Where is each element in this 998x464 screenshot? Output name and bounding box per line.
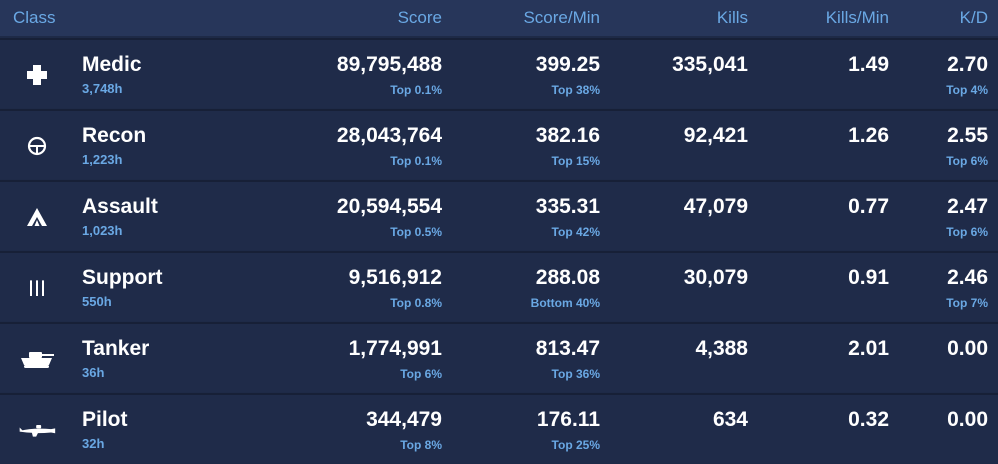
score-min-rank: Bottom 40% xyxy=(530,296,600,310)
kd-value: 2.47 xyxy=(947,195,988,218)
class-hours: 1,023h xyxy=(82,223,123,238)
kd-rank: Top 6% xyxy=(946,154,988,168)
kills-value: 30,079 xyxy=(683,266,748,289)
plane-icon xyxy=(18,417,56,443)
recon-scope-icon xyxy=(18,133,56,159)
score-min-value: 382.16 xyxy=(535,124,600,147)
score-min-rank: Top 42% xyxy=(551,225,600,239)
kd-rank: Top 4% xyxy=(946,83,988,97)
score-rank: Top 6% xyxy=(400,367,442,381)
kd-value: 2.55 xyxy=(947,124,988,147)
table-row: Support 550h 9,516,912 Top 0.8% 288.08 B… xyxy=(0,251,998,321)
score-value: 20,594,554 xyxy=(336,195,442,218)
kd-rank: Top 6% xyxy=(946,225,988,239)
class-hours: 3,748h xyxy=(82,81,123,96)
table-row: Pilot 32h 344,479 Top 8% 176.11 Top 25% … xyxy=(0,393,998,463)
score-min-value: 335.31 xyxy=(535,195,600,218)
kills-min-value: 0.32 xyxy=(848,408,889,431)
score-value: 1,774,991 xyxy=(348,337,442,360)
score-min-value: 813.47 xyxy=(535,337,600,360)
kills-min-value: 1.49 xyxy=(848,53,889,76)
score-min-value: 176.11 xyxy=(536,408,600,431)
kills-value: 335,041 xyxy=(672,53,748,76)
score-value: 28,043,764 xyxy=(336,124,442,147)
kills-min-value: 0.77 xyxy=(848,195,889,218)
table-row: Assault 1,023h 20,594,554 Top 0.5% 335.3… xyxy=(0,180,998,250)
score-rank: Top 8% xyxy=(400,438,442,452)
class-hours: 550h xyxy=(82,294,112,309)
assault-chevron-icon xyxy=(18,204,56,230)
score-value: 9,516,912 xyxy=(348,266,442,289)
kd-rank: Top 7% xyxy=(946,296,988,310)
score-value: 89,795,488 xyxy=(336,53,442,76)
score-min-rank: Top 25% xyxy=(551,438,600,452)
class-name: Pilot xyxy=(82,408,128,431)
kd-value: 2.70 xyxy=(947,53,988,76)
kills-value: 4,388 xyxy=(695,337,748,360)
kills-value: 634 xyxy=(712,408,748,431)
kd-value: 0.00 xyxy=(947,337,988,360)
class-hours: 36h xyxy=(82,365,105,380)
table-header: Class Score Score/Min Kills Kills/Min K/… xyxy=(0,0,998,36)
score-min-rank: Top 38% xyxy=(551,83,600,97)
header-class[interactable]: Class xyxy=(13,0,56,36)
kills-min-value: 2.01 xyxy=(848,337,889,360)
class-name: Assault xyxy=(82,195,158,218)
score-rank: Top 0.5% xyxy=(390,225,442,239)
support-ammo-icon xyxy=(18,275,56,301)
score-rank: Top 0.1% xyxy=(390,83,442,97)
class-name: Recon xyxy=(82,124,147,147)
score-min-rank: Top 36% xyxy=(551,367,600,381)
header-kills[interactable]: Kills xyxy=(717,0,748,36)
header-score-min[interactable]: Score/Min xyxy=(523,0,600,36)
class-stats-table: Class Score Score/Min Kills Kills/Min K/… xyxy=(0,0,998,464)
class-name: Support xyxy=(82,266,163,289)
table-row: Medic 3,748h 89,795,488 Top 0.1% 399.25 … xyxy=(0,38,998,108)
kills-min-value: 0.91 xyxy=(848,266,889,289)
table-row: Recon 1,223h 28,043,764 Top 0.1% 382.16 … xyxy=(0,109,998,179)
score-rank: Top 0.1% xyxy=(390,154,442,168)
score-min-value: 399.25 xyxy=(535,53,600,76)
header-score[interactable]: Score xyxy=(398,0,442,36)
class-name: Medic xyxy=(82,53,142,76)
medic-cross-icon xyxy=(18,62,56,88)
class-name: Tanker xyxy=(82,337,150,360)
class-hours: 1,223h xyxy=(82,152,123,167)
kills-value: 47,079 xyxy=(683,195,748,218)
score-rank: Top 0.8% xyxy=(390,296,442,310)
kills-value: 92,421 xyxy=(683,124,748,147)
class-hours: 32h xyxy=(82,436,105,451)
score-value: 344,479 xyxy=(366,408,442,431)
kills-min-value: 1.26 xyxy=(848,124,889,147)
kd-value: 0.00 xyxy=(947,408,988,431)
table-row: Tanker 36h 1,774,991 Top 6% 813.47 Top 3… xyxy=(0,322,998,392)
tank-icon xyxy=(18,346,56,372)
header-kills-min[interactable]: Kills/Min xyxy=(826,0,889,36)
score-min-value: 288.08 xyxy=(535,266,600,289)
score-min-rank: Top 15% xyxy=(551,154,600,168)
header-kd[interactable]: K/D xyxy=(960,0,988,36)
kd-value: 2.46 xyxy=(947,266,988,289)
